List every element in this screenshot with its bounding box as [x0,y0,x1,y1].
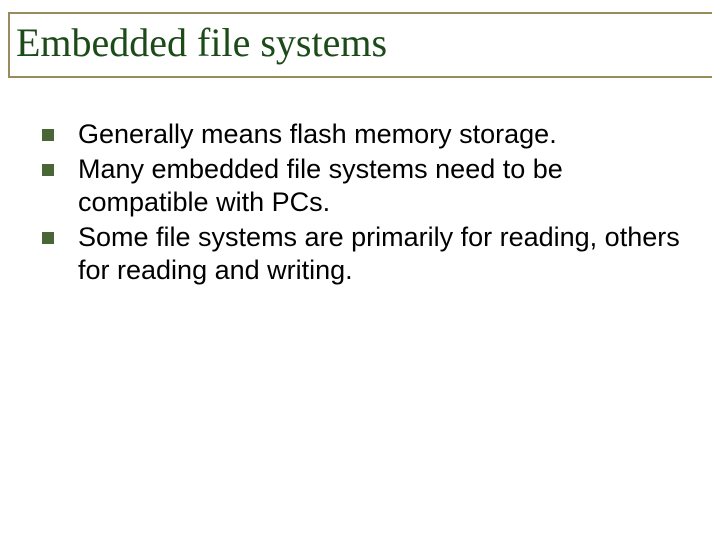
bullet-list: Generally means flash memory storage. Ma… [42,118,680,287]
list-item: Generally means flash memory storage. [42,118,680,151]
square-bullet-icon [42,164,54,176]
bullet-text: Many embedded file systems need to be co… [78,153,680,219]
list-item: Some file systems are primarily for read… [42,221,680,287]
bullet-text: Generally means flash memory storage. [78,118,557,151]
slide-title: Embedded file systems [16,22,712,64]
square-bullet-icon [42,129,54,141]
title-region: Embedded file systems [8,12,712,78]
slide-frame: Embedded file systems Generally means fl… [0,0,720,540]
square-bullet-icon [42,232,54,244]
bullet-text: Some file systems are primarily for read… [78,221,680,287]
list-item: Many embedded file systems need to be co… [42,153,680,219]
content-region: Generally means flash memory storage. Ma… [0,78,720,287]
